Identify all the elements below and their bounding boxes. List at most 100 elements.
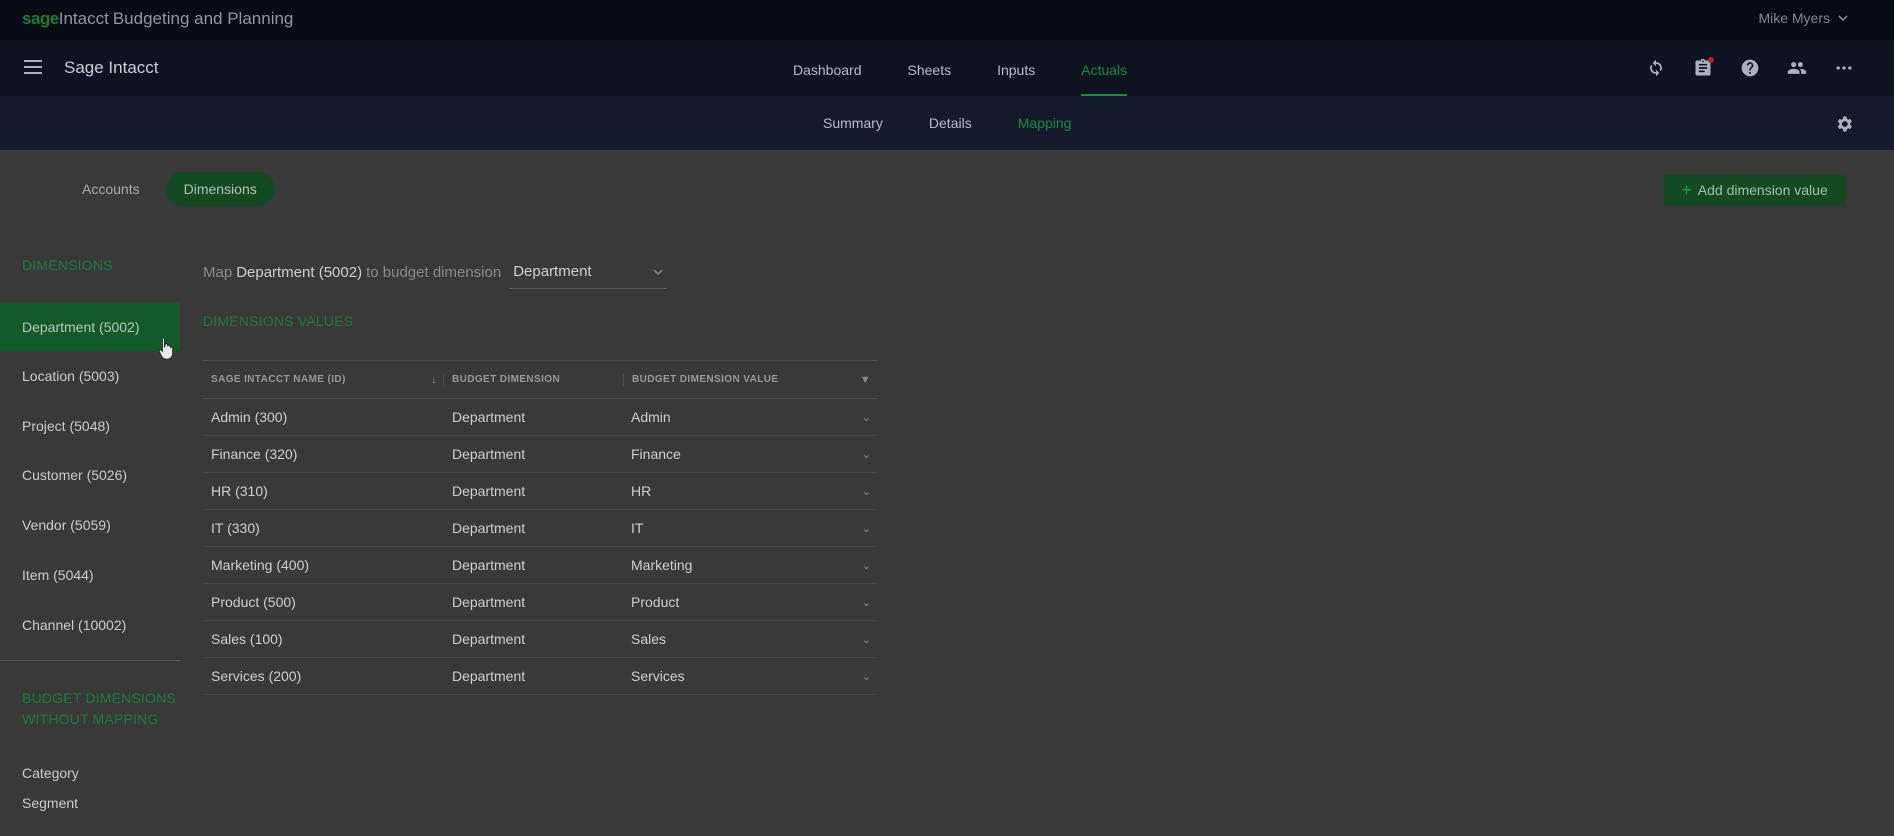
mapping-sentence: Map Department (5002) to budget dimensio… bbox=[203, 255, 668, 289]
sidebar-item-channel[interactable]: Channel (10002) bbox=[0, 601, 180, 649]
chevron-down-icon bbox=[653, 268, 663, 275]
cell-name: Product (500) bbox=[211, 594, 296, 610]
unmapped-item-segment[interactable]: Segment bbox=[22, 795, 78, 811]
filter-caret-icon[interactable]: ▼ bbox=[860, 374, 871, 386]
cell-name: Sales (100) bbox=[211, 631, 283, 647]
view-toggle: Accounts Dimensions bbox=[64, 172, 275, 206]
cell-value-select[interactable]: Finance ⌄ bbox=[623, 446, 877, 462]
chevron-down-icon: ⌄ bbox=[861, 485, 871, 498]
tab-mapping[interactable]: Mapping bbox=[995, 96, 1095, 150]
tab-inputs[interactable]: Inputs bbox=[974, 40, 1058, 96]
cell-value-select[interactable]: Admin ⌄ bbox=[623, 409, 877, 425]
sub-tabs: Summary Details Mapping bbox=[800, 96, 1094, 150]
user-menu[interactable]: Mike Myers bbox=[1758, 10, 1848, 26]
table-row: Product (500) Department Product ⌄ bbox=[203, 584, 877, 621]
main-nav: Sage Intacct Dashboard Sheets Inputs Act… bbox=[0, 40, 1894, 96]
table-row: Marketing (400) Department Marketing ⌄ bbox=[203, 547, 877, 584]
cell-value-select[interactable]: Product ⌄ bbox=[623, 594, 877, 610]
section-title: DIMENSIONS VALUES bbox=[203, 313, 354, 329]
sidebar-item-project[interactable]: Project (5048) bbox=[0, 402, 180, 450]
help-icon[interactable] bbox=[1740, 58, 1760, 78]
add-dimension-value-button[interactable]: + Add dimension value bbox=[1664, 175, 1845, 205]
nav-icons bbox=[1646, 57, 1854, 78]
table-row: Finance (320) Department Finance ⌄ bbox=[203, 436, 877, 473]
mapping-prefix: Map bbox=[203, 263, 233, 281]
cell-dimension: Department bbox=[452, 483, 526, 499]
refresh-icon[interactable] bbox=[1646, 58, 1666, 78]
budget-dimension-selected: Department bbox=[513, 263, 592, 280]
chevron-down-icon: ⌄ bbox=[861, 522, 871, 535]
cell-dimension: Department bbox=[452, 631, 526, 647]
add-dimension-value-label: Add dimension value bbox=[1697, 182, 1828, 198]
cell-value-select[interactable]: HR ⌄ bbox=[623, 483, 877, 499]
unmapped-heading-line1: BUDGET DIMENSIONS bbox=[22, 690, 177, 706]
cell-name: Services (200) bbox=[211, 668, 302, 684]
cell-name: HR (310) bbox=[211, 483, 268, 499]
cell-value-select[interactable]: Sales ⌄ bbox=[623, 631, 877, 647]
chevron-down-icon: ⌄ bbox=[861, 596, 871, 609]
unmapped-heading-line2: WITHOUT MAPPING bbox=[22, 711, 159, 727]
budget-dimension-select[interactable]: Department bbox=[509, 255, 668, 289]
sort-down-icon[interactable]: ↓ bbox=[431, 374, 437, 386]
table-row: Services (200) Department Services ⌄ bbox=[203, 658, 877, 695]
dimensions-heading: DIMENSIONS bbox=[22, 257, 113, 273]
cell-name: Finance (320) bbox=[211, 446, 298, 462]
people-icon[interactable] bbox=[1787, 58, 1807, 78]
sidebar-item-item[interactable]: Item (5044) bbox=[0, 551, 180, 599]
grid-header: SAGE INTACCT NAME (ID) ↓ BUDGET DIMENSIO… bbox=[203, 361, 877, 399]
cell-dimension: Department bbox=[452, 409, 526, 425]
column-header-value[interactable]: BUDGET DIMENSION VALUE ▼ bbox=[623, 373, 877, 386]
unmapped-item-category[interactable]: Category bbox=[22, 765, 79, 781]
chevron-down-icon bbox=[1838, 15, 1848, 21]
chevron-down-icon: ⌄ bbox=[861, 670, 871, 683]
tab-actuals[interactable]: Actuals bbox=[1058, 40, 1150, 96]
table-row: HR (310) Department HR ⌄ bbox=[203, 473, 877, 510]
tab-dashboard[interactable]: Dashboard bbox=[770, 40, 885, 96]
mapping-source: Department (5002) bbox=[236, 263, 363, 281]
cell-value-select[interactable]: Marketing ⌄ bbox=[623, 557, 877, 573]
hand-cursor-icon bbox=[158, 337, 173, 360]
tab-sheets[interactable]: Sheets bbox=[885, 40, 975, 96]
chevron-down-icon: ⌄ bbox=[861, 559, 871, 572]
user-name: Mike Myers bbox=[1758, 10, 1830, 26]
cell-name: Admin (300) bbox=[211, 409, 288, 425]
mapping-middle: to budget dimension bbox=[366, 263, 502, 281]
table-row: Sales (100) Department Sales ⌄ bbox=[203, 621, 877, 658]
sidebar-item-location[interactable]: Location (5003) bbox=[0, 352, 180, 400]
app-title: Sage Intacct bbox=[64, 58, 159, 77]
cell-name: IT (330) bbox=[211, 520, 260, 536]
chevron-down-icon: ⌄ bbox=[861, 633, 871, 646]
brand-sage: sage bbox=[22, 9, 59, 28]
table-row: Admin (300) Department Admin ⌄ bbox=[203, 399, 877, 436]
dimensions-toggle[interactable]: Dimensions bbox=[165, 172, 275, 206]
sidebar-divider bbox=[0, 660, 180, 661]
dimension-values-grid: SAGE INTACCT NAME (ID) ↓ BUDGET DIMENSIO… bbox=[203, 360, 877, 695]
plus-icon: + bbox=[1681, 180, 1692, 200]
accounts-toggle[interactable]: Accounts bbox=[64, 172, 158, 206]
column-header-name[interactable]: SAGE INTACCT NAME (ID) ↓ bbox=[203, 374, 443, 386]
cell-dimension: Department bbox=[452, 594, 526, 610]
cell-name: Marketing (400) bbox=[211, 557, 310, 573]
sub-nav: Summary Details Mapping bbox=[0, 96, 1894, 150]
cell-dimension: Department bbox=[452, 557, 526, 573]
clipboard-icon[interactable] bbox=[1693, 57, 1714, 78]
column-header-dimension[interactable]: BUDGET DIMENSION bbox=[443, 374, 623, 385]
more-icon[interactable] bbox=[1834, 58, 1854, 78]
top-bar: sageIntacct Budgeting and Planning Mike M… bbox=[0, 0, 1894, 40]
table-row: IT (330) Department IT ⌄ bbox=[203, 510, 877, 547]
cell-dimension: Department bbox=[452, 446, 526, 462]
brand-intacct: Intacct bbox=[58, 9, 109, 28]
sidebar-item-department[interactable]: Department (5002) bbox=[0, 303, 180, 351]
sidebar-item-vendor[interactable]: Vendor (5059) bbox=[0, 501, 180, 549]
cell-value-select[interactable]: Services ⌄ bbox=[623, 668, 877, 684]
sidebar-item-customer[interactable]: Customer (5026) bbox=[0, 451, 180, 499]
tab-summary[interactable]: Summary bbox=[800, 96, 906, 150]
chevron-down-icon: ⌄ bbox=[861, 448, 871, 461]
chevron-down-icon: ⌄ bbox=[861, 411, 871, 424]
gear-icon[interactable] bbox=[1834, 114, 1854, 134]
cell-dimension: Department bbox=[452, 520, 526, 536]
menu-icon[interactable] bbox=[24, 60, 42, 74]
brand-logo: sageIntacct Budgeting and Planning bbox=[22, 9, 293, 29]
tab-details[interactable]: Details bbox=[906, 96, 995, 150]
cell-value-select[interactable]: IT ⌄ bbox=[623, 520, 877, 536]
